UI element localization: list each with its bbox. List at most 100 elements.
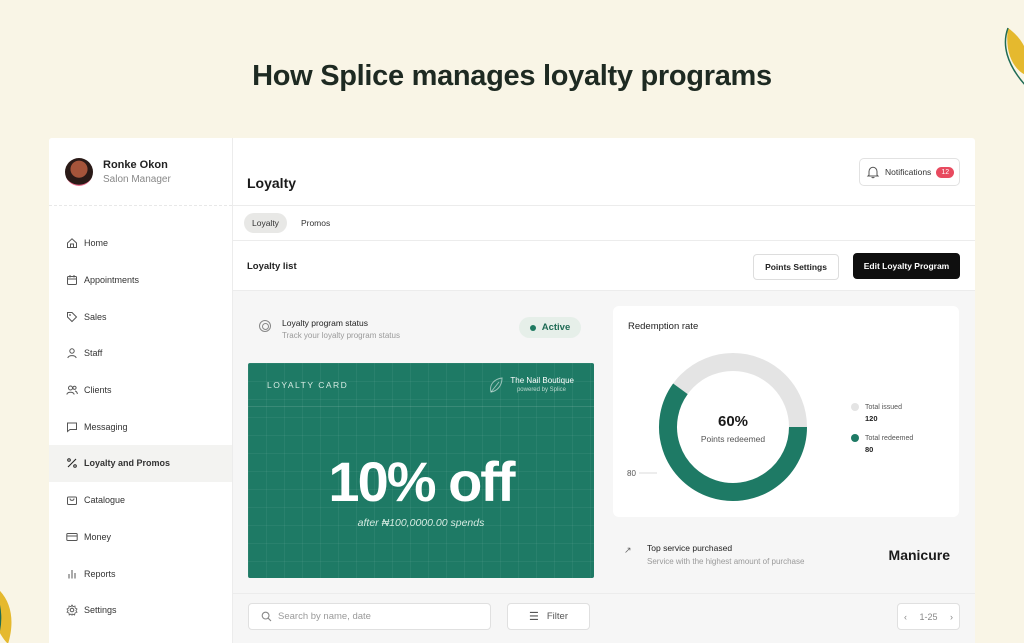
sidebar-item-label: Loyalty and Promos <box>84 458 171 469</box>
notifications-label: Notifications <box>885 167 932 177</box>
top-service-subtitle: Service with the highest amount of purch… <box>647 557 805 566</box>
donut-center-value: 60% <box>718 413 748 430</box>
top-bar: Loyalty Notifications 12 <box>233 138 975 206</box>
legend-value: 120 <box>865 414 878 423</box>
legend-value: 80 <box>865 445 874 454</box>
edit-loyalty-program-button[interactable]: Edit Loyalty Program <box>853 253 960 279</box>
bag-icon <box>65 493 79 507</box>
users-icon <box>65 383 79 397</box>
legend-swatch <box>851 434 859 442</box>
tab-bar: Loyalty Promos <box>233 206 975 241</box>
legend-label: Total redeemed <box>865 434 914 442</box>
status-subtitle: Track your loyalty program status <box>282 331 400 340</box>
user-icon <box>65 346 79 360</box>
search-input[interactable] <box>278 611 458 622</box>
top-service-card: ↗ Top service purchased Service with the… <box>613 529 959 575</box>
card-brand: The Nail Boutique <box>510 376 574 385</box>
bar-chart-icon <box>65 567 79 581</box>
sidebar-item-loyalty-and-promos[interactable]: Loyalty and Promos <box>49 445 232 482</box>
legend-swatch <box>851 403 859 411</box>
card-offer: 10% off <box>328 450 515 513</box>
avatar <box>65 157 93 186</box>
sidebar-item-label: Money <box>84 531 112 542</box>
sidebar-item-label: Settings <box>84 605 117 616</box>
sidebar-item-money[interactable]: Money <box>49 519 232 556</box>
sidebar-item-label: Clients <box>84 385 112 396</box>
sidebar: Ronke Okon Salon Manager Home Appointmen… <box>49 138 233 643</box>
user-role: Salon Manager <box>103 173 171 185</box>
filter-icon: ☰ <box>529 611 539 623</box>
tab-promos[interactable]: Promos <box>293 213 338 233</box>
leaf-decoration-icon <box>1004 27 1024 85</box>
message-icon <box>65 420 79 434</box>
notification-count-badge: 12 <box>936 166 955 178</box>
sidebar-item-label: Sales <box>84 311 107 322</box>
user-name: Ronke Okon <box>103 158 168 171</box>
table-toolbar: ☰ Filter ‹ 1-25 › <box>233 593 975 633</box>
next-page-button[interactable]: › <box>950 612 953 622</box>
sidebar-item-label: Home <box>84 238 109 249</box>
card-condition: after ₦100,0000.00 spends <box>357 517 485 529</box>
legend-label: Total issued <box>865 403 902 411</box>
card-powered-by: powered by Splice <box>516 387 566 393</box>
sidebar-item-appointments[interactable]: Appointments <box>49 262 232 299</box>
card-icon <box>65 530 79 544</box>
pagination: ‹ 1-25 › <box>897 603 960 630</box>
status-dot <box>529 324 536 331</box>
card-label: LOYALTY CARD <box>267 380 349 390</box>
sidebar-item-messaging[interactable]: Messaging <box>49 408 232 445</box>
status-badge-label: Active <box>541 322 571 333</box>
bell-icon <box>866 166 880 179</box>
page-title: Loyalty <box>247 175 297 191</box>
redemption-donut-chart: 80 60% Points redeemed <box>627 353 807 501</box>
sidebar-item-home[interactable]: Home <box>49 225 232 262</box>
status-icon <box>259 320 271 332</box>
sidebar-item-settings[interactable]: Settings <box>49 592 232 629</box>
card-header: LOYALTY CARD The Nail Boutique powered b… <box>248 363 594 407</box>
program-status-card: Loyalty program status Track your loyalt… <box>247 304 593 352</box>
sidebar-item-staff[interactable]: Staff <box>49 335 232 372</box>
main-panel: Loyalty Notifications 12 Loyalty Promos … <box>233 138 975 643</box>
loyalty-content: Loyalty program status Track your loyalt… <box>233 291 975 643</box>
status-badge[interactable]: Active <box>519 317 581 338</box>
redemption-rate-card: Redemption rate 80 60% Points redeemed T… <box>613 306 959 517</box>
calendar-icon <box>65 273 79 287</box>
status-title: Loyalty program status <box>282 318 368 328</box>
loyalty-list-title: Loyalty list <box>247 261 297 272</box>
arrow-up-right-icon: ↗ <box>624 545 632 555</box>
sidebar-item-label: Reports <box>84 568 116 579</box>
filter-button[interactable]: ☰ Filter <box>507 603 590 630</box>
top-service-value: Manicure <box>888 547 950 563</box>
search-box[interactable] <box>248 603 491 630</box>
search-icon <box>261 611 272 622</box>
tab-loyalty[interactable]: Loyalty <box>244 213 287 233</box>
sidebar-item-label: Appointments <box>84 275 140 286</box>
sidebar-item-sales[interactable]: Sales <box>49 298 232 335</box>
headline: How Splice manages loyalty programs <box>252 60 772 92</box>
sidebar-item-label: Staff <box>84 348 103 359</box>
sidebar-nav: Home Appointments Sales Staff Clients Me… <box>49 225 232 629</box>
donut-center-label: Points redeemed <box>701 434 766 444</box>
sidebar-item-label: Catalogue <box>84 495 126 506</box>
gear-icon <box>65 603 79 617</box>
loyalty-list-header: Loyalty list Points Settings Edit Loyalt… <box>233 241 975 291</box>
page-range: 1-25 <box>919 611 938 622</box>
sidebar-item-reports[interactable]: Reports <box>49 555 232 592</box>
filter-label: Filter <box>546 611 568 622</box>
user-profile[interactable]: Ronke Okon Salon Manager <box>49 138 232 206</box>
legend-item-redeemed: Total redeemed 80 <box>851 434 913 454</box>
top-service-title: Top service purchased <box>647 543 733 553</box>
brand-leaf-icon <box>490 377 503 393</box>
notifications-button[interactable]: Notifications 12 <box>859 158 960 186</box>
app-window: Ronke Okon Salon Manager Home Appointmen… <box>49 138 975 643</box>
sidebar-item-catalogue[interactable]: Catalogue <box>49 482 232 519</box>
points-settings-button[interactable]: Points Settings <box>753 254 839 280</box>
sidebar-item-clients[interactable]: Clients <box>49 372 232 409</box>
loyalty-card: LOYALTY CARD The Nail Boutique powered b… <box>248 363 594 578</box>
donut-side-label: 80 <box>627 469 636 478</box>
percent-icon <box>65 456 79 470</box>
legend-item-issued: Total issued 120 <box>851 403 902 423</box>
leaf-decoration-icon <box>0 591 12 643</box>
prev-page-button[interactable]: ‹ <box>904 612 907 622</box>
tag-icon <box>65 310 79 324</box>
